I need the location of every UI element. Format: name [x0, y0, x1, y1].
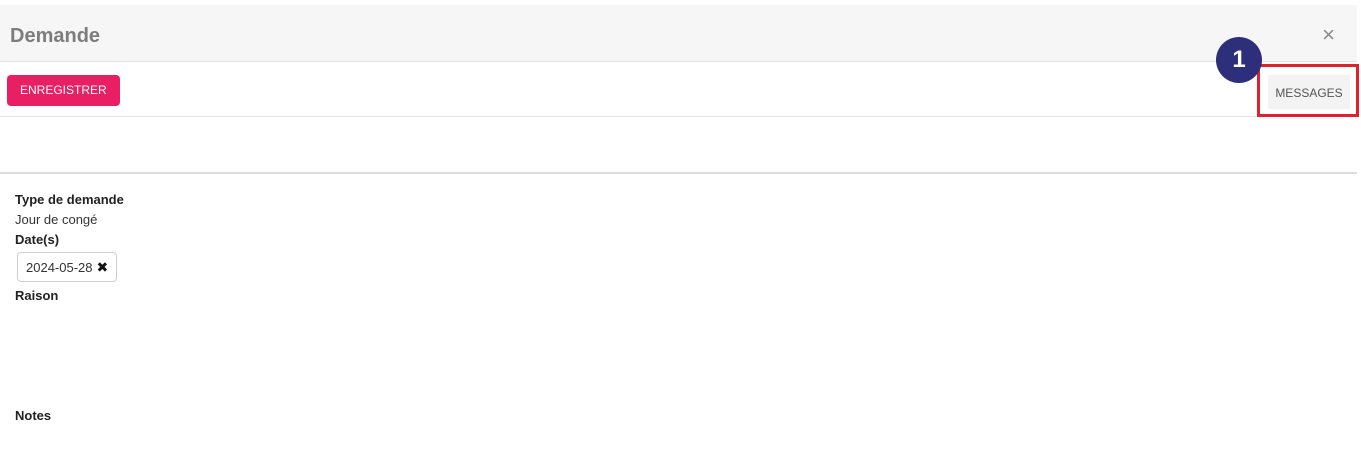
modal-title: Demande [10, 25, 101, 47]
request-type-label: Type de demande [15, 192, 124, 207]
request-form: Type de demande Jour de congé Date(s) 20… [15, 192, 124, 424]
close-icon[interactable]: × [1322, 24, 1335, 46]
callout-badge: 1 [1216, 37, 1262, 83]
date-chip-value: 2024-05-28 [26, 259, 93, 275]
date-chip: 2024-05-28 ✖ [17, 252, 118, 282]
modal-toolbar: ENREGISTRER MESSAGES [0, 62, 1359, 117]
request-modal: Demande × ENREGISTRER MESSAGES 1 Type de… [0, 0, 1361, 454]
modal-header: Demande × [0, 5, 1357, 62]
section-divider [0, 172, 1357, 174]
request-type-value: Jour de congé [15, 212, 98, 227]
remove-chip-icon[interactable]: ✖ [97, 259, 109, 276]
reason-label: Raison [15, 288, 59, 303]
messages-button[interactable]: MESSAGES [1268, 75, 1350, 109]
notes-label: Notes [15, 408, 52, 423]
dates-label: Date(s) [15, 232, 60, 247]
save-button[interactable]: ENREGISTRER [7, 75, 120, 106]
